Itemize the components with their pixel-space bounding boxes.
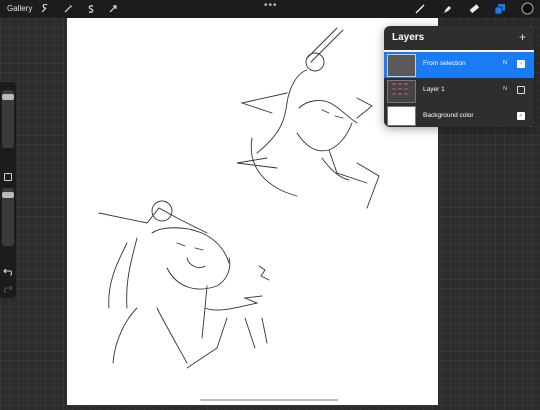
- redo-icon[interactable]: [3, 280, 13, 298]
- layer-name: Background color: [423, 112, 474, 119]
- layer-name: Layer 1: [423, 86, 445, 93]
- home-indicator: [200, 399, 338, 401]
- visibility-checkbox[interactable]: [517, 86, 525, 94]
- layers-panel: Layers + From selection N ✓ Layer 1 N Ba…: [384, 26, 534, 127]
- layer-thumbnail: [387, 54, 416, 77]
- visibility-checkbox[interactable]: ✓: [517, 112, 525, 120]
- layer-row-layer-1[interactable]: Layer 1 N: [384, 78, 534, 104]
- modify-button[interactable]: [4, 173, 12, 181]
- brush-size-thumb[interactable]: [2, 94, 14, 100]
- brush-icon[interactable]: [413, 2, 426, 15]
- gallery-button[interactable]: Gallery: [7, 4, 32, 13]
- opacity-slider[interactable]: [2, 188, 14, 246]
- left-sidebar: [0, 82, 16, 298]
- sketch-drawing: [98, 27, 380, 369]
- wrench-icon[interactable]: [38, 2, 51, 15]
- undo-icon[interactable]: [3, 263, 13, 281]
- layer-thumbnail: [387, 80, 416, 103]
- color-picker-icon[interactable]: [521, 2, 534, 15]
- drawing-canvas[interactable]: [67, 18, 438, 405]
- top-toolbar: Gallery •••: [0, 0, 540, 18]
- layers-icon[interactable]: [493, 2, 506, 15]
- layer-row-background-color[interactable]: Background color ✓: [384, 104, 534, 127]
- layer-name: From selection: [423, 60, 466, 67]
- selection-icon[interactable]: [84, 2, 97, 15]
- layers-panel-header: Layers +: [384, 26, 534, 50]
- layer-thumbnail: [387, 106, 416, 126]
- opacity-thumb[interactable]: [2, 192, 14, 198]
- smudge-icon[interactable]: [440, 2, 453, 15]
- brush-size-slider[interactable]: [2, 90, 14, 148]
- blend-mode-button[interactable]: N: [503, 60, 507, 66]
- magic-wand-icon[interactable]: [61, 2, 74, 15]
- layers-title: Layers: [392, 32, 425, 43]
- visibility-checkbox[interactable]: ✓: [517, 60, 525, 68]
- plus-icon[interactable]: +: [519, 30, 526, 44]
- eraser-icon[interactable]: [467, 2, 480, 15]
- more-options-icon[interactable]: •••: [264, 0, 278, 11]
- layer-row-from-selection[interactable]: From selection N ✓: [384, 52, 534, 78]
- blend-mode-button[interactable]: N: [503, 86, 507, 92]
- transform-arrow-icon[interactable]: [106, 2, 119, 15]
